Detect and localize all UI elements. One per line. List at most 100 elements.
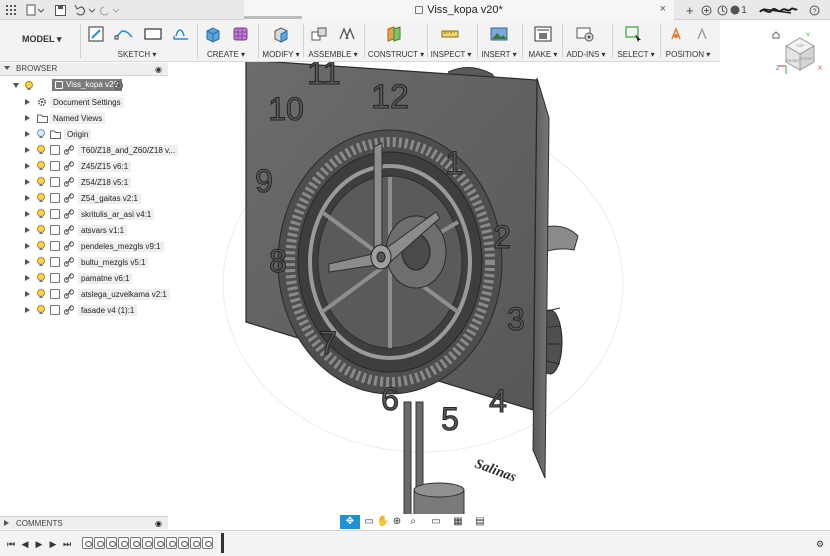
expander-icon[interactable] — [25, 227, 30, 233]
browser-item-origin[interactable]: Origin — [0, 127, 180, 141]
expander-icon[interactable] — [25, 291, 30, 297]
help-icon[interactable]: ? — [808, 3, 820, 17]
visibility-bulb-icon[interactable] — [37, 241, 45, 251]
go-to-start-icon[interactable]: ⏮ — [6, 539, 16, 549]
browser-item-component[interactable]: Z45/Z15 v6:1 — [0, 159, 180, 173]
comments-pin-icon[interactable]: ◉ — [155, 519, 162, 528]
new-tab-icon[interactable]: + — [686, 3, 694, 18]
browser-item-component[interactable]: Z54_gaitas v2:1 — [0, 191, 180, 205]
fit-icon[interactable]: ⌕ — [404, 515, 422, 529]
comments-panel-header[interactable]: COMMENTS ◉ — [0, 516, 168, 529]
joint-icon[interactable] — [337, 25, 357, 43]
timeline-feature[interactable] — [154, 537, 165, 549]
construct-group-label[interactable]: CONSTRUCT ▾ — [368, 50, 424, 59]
browser-item-component[interactable]: pendeles_mezgls v9:1 — [0, 239, 180, 253]
inspect-group-label[interactable]: INSPECT ▾ — [431, 50, 472, 59]
step-forward-icon[interactable]: ▶ — [48, 539, 58, 549]
viewcube[interactable]: TOP FRONT RIGHT Z Y X — [776, 30, 824, 76]
browser-item-component[interactable]: skritulis_ar_asi v4:1 — [0, 207, 180, 221]
timeline-feature[interactable] — [202, 537, 213, 549]
visibility-bulb-icon[interactable] — [37, 273, 45, 283]
timeline-feature[interactable] — [178, 537, 189, 549]
capture-position-icon[interactable] — [667, 25, 687, 43]
extrude-icon[interactable] — [203, 25, 223, 43]
timeline-marker[interactable] — [221, 533, 224, 553]
insert-image-icon[interactable] — [489, 25, 509, 43]
3d-print-icon[interactable] — [533, 25, 553, 43]
grid-menu-icon[interactable] — [6, 3, 16, 17]
expander-icon[interactable] — [25, 179, 30, 185]
visibility-bulb-icon[interactable] — [37, 209, 45, 219]
browser-item-document-settings[interactable]: Document Settings — [0, 95, 180, 109]
expander-icon[interactable] — [25, 163, 30, 169]
browser-item-component[interactable]: atsvars v1:1 — [0, 223, 180, 237]
measure-icon[interactable] — [440, 25, 460, 43]
zoom-icon[interactable]: ⊕ — [390, 515, 404, 529]
save-icon[interactable] — [54, 3, 66, 17]
orbit-icon[interactable]: ✥ — [340, 515, 360, 529]
create-sketch-icon[interactable] — [87, 25, 107, 43]
visibility-bulb-icon[interactable] — [37, 305, 45, 315]
expander-icon[interactable] — [25, 243, 30, 249]
activate-radio-icon[interactable] — [114, 81, 123, 90]
revert-position-icon[interactable] — [693, 25, 713, 43]
visibility-bulb-icon[interactable] — [37, 145, 45, 155]
timeline-feature[interactable] — [130, 537, 141, 549]
visibility-bulb-icon[interactable] — [37, 161, 45, 171]
home-view-icon[interactable] — [772, 31, 780, 39]
browser-item-component[interactable]: bultu_mezgls v5:1 — [0, 255, 180, 269]
pan-icon[interactable]: ✋ — [376, 515, 390, 529]
timeline-feature[interactable] — [82, 537, 93, 549]
extensions-icon[interactable] — [700, 3, 712, 17]
browser-root-label[interactable]: Viss_kopa v20 — [52, 79, 122, 91]
document-tab[interactable]: Viss_kopa v20* × — [244, 0, 674, 20]
modify-group-label[interactable]: MODIFY ▾ — [262, 50, 299, 59]
expander-icon[interactable] — [25, 307, 30, 313]
insert-group-label[interactable]: INSERT ▾ — [481, 50, 516, 59]
timeline-feature[interactable] — [94, 537, 105, 549]
grid-settings-icon[interactable]: ▦ — [450, 515, 466, 529]
rectangle-icon[interactable] — [143, 25, 163, 43]
expand-comments-icon[interactable] — [4, 520, 9, 526]
timeline-feature[interactable] — [166, 537, 177, 549]
browser-pin-icon[interactable]: ◉ — [155, 65, 162, 74]
viewports-icon[interactable]: ▤ — [472, 515, 488, 529]
redo-icon[interactable] — [100, 3, 120, 17]
notification-count-icon[interactable] — [730, 3, 740, 17]
timeline-feature[interactable] — [190, 537, 201, 549]
visibility-bulb-icon[interactable] — [37, 225, 45, 235]
tab-close-icon[interactable]: × — [660, 3, 666, 15]
browser-item-component[interactable]: atslega_uzvelkama v2:1 — [0, 287, 180, 301]
expander-icon[interactable] — [25, 259, 30, 265]
visibility-bulb-icon[interactable] — [37, 129, 45, 139]
sketch-group-label[interactable]: SKETCH ▾ — [118, 50, 157, 59]
visibility-bulb-icon[interactable] — [37, 193, 45, 203]
display-settings-icon[interactable]: ▭ — [428, 515, 444, 529]
expander-icon[interactable] — [25, 195, 30, 201]
collapse-browser-icon[interactable] — [4, 66, 10, 70]
scripts-addins-icon[interactable] — [575, 25, 595, 43]
timeline-settings-icon[interactable]: ⚙ — [814, 539, 826, 549]
form-icon[interactable] — [231, 25, 251, 43]
visibility-bulb-icon[interactable] — [37, 177, 45, 187]
finish-sketch-icon[interactable] — [171, 25, 191, 43]
play-icon[interactable]: ▶ — [34, 539, 44, 549]
addins-group-label[interactable]: ADD-INS ▾ — [566, 50, 605, 59]
expander-icon[interactable] — [25, 211, 30, 217]
assemble-group-label[interactable]: ASSEMBLE ▾ — [308, 50, 357, 59]
select-icon[interactable] — [624, 25, 644, 43]
go-to-end-icon[interactable]: ⏭ — [62, 539, 72, 549]
expander-icon[interactable] — [25, 99, 30, 105]
make-group-label[interactable]: MAKE ▾ — [529, 50, 558, 59]
timeline-feature[interactable] — [118, 537, 129, 549]
job-status-icon[interactable] — [716, 3, 728, 17]
look-at-icon[interactable]: ▭ — [362, 515, 376, 529]
browser-header[interactable]: BROWSER ◉ — [0, 63, 168, 76]
position-group-label[interactable]: POSITION ▾ — [666, 50, 710, 59]
new-component-icon[interactable] — [310, 25, 330, 43]
expander-icon[interactable] — [25, 115, 30, 121]
line-icon[interactable] — [113, 25, 133, 43]
browser-item-component[interactable]: fasade v4 (1):1 — [0, 303, 180, 317]
user-avatar[interactable] — [758, 3, 798, 17]
workspace-switcher[interactable]: MODEL ▾ — [22, 34, 61, 45]
